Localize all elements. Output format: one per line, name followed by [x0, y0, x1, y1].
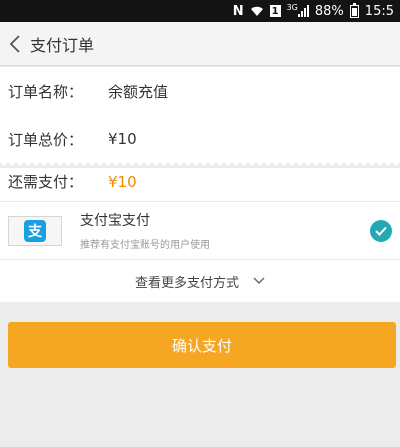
order-name-row: 订单名称： 余额充值 [0, 67, 400, 115]
confirm-payment-button[interactable]: 确认支付 [8, 322, 396, 368]
selected-check-icon[interactable] [370, 220, 392, 242]
chevron-down-icon [253, 277, 265, 285]
nfc-icon: N [232, 3, 244, 19]
amount-due-row: 还需支付： ¥10 [0, 162, 400, 202]
status-bar: N 1 3G 88% 15:5 [0, 0, 400, 22]
battery-percent: 88% [314, 3, 344, 19]
wifi-icon [250, 4, 264, 18]
order-total-label: 订单总价： [8, 130, 84, 149]
more-methods-label: 查看更多支付方式 [134, 275, 239, 291]
order-name-label: 订单名称： [8, 82, 84, 101]
more-payment-methods[interactable]: 查看更多支付方式 [0, 260, 400, 302]
payment-card: 还需支付： ¥10 支 支付宝支付 推荐有支付宝账号的用户使用 查看更多支付方式 [0, 162, 400, 302]
amount-due-value: ¥10 [108, 172, 137, 191]
network-icon: 3G [286, 2, 309, 18]
clock: 15:5 [364, 3, 394, 19]
page-title: 支付订单 [30, 35, 95, 55]
method-description: 推荐有支付宝账号的用户使用 [80, 240, 210, 251]
alipay-logo: 支 [8, 215, 62, 246]
sim-icon: 1 [269, 5, 281, 17]
order-summary-card: 订单名称： 余额充值 订单总价： ¥10 [0, 67, 400, 163]
method-text: 支付宝支付 推荐有支付宝账号的用户使用 [80, 210, 210, 251]
battery-icon [349, 2, 359, 18]
back-chevron-icon[interactable] [2, 22, 28, 66]
method-name: 支付宝支付 [80, 213, 150, 229]
nav-bar: 支付订单 [0, 22, 400, 66]
network-label: 3G [286, 2, 298, 12]
signal-icon [297, 5, 309, 17]
order-name-value: 余额充值 [108, 82, 169, 101]
amount-due-label: 还需支付： [8, 173, 84, 191]
alipay-icon: 支 [24, 219, 46, 242]
alipay-glyph: 支 [28, 223, 42, 240]
alipay-method-row[interactable]: 支 支付宝支付 推荐有支付宝账号的用户使用 [0, 202, 400, 260]
sim-label: 1 [271, 5, 279, 17]
receipt-edge [0, 162, 400, 168]
order-total-row: 订单总价： ¥10 [0, 115, 400, 163]
order-total-value: ¥10 [108, 130, 137, 148]
